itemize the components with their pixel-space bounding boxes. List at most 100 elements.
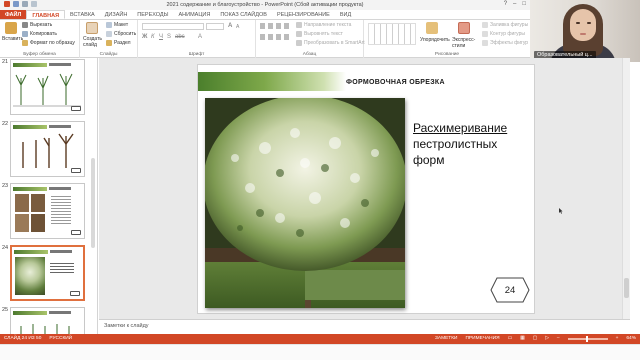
slide-body-text[interactable]: Расхимеривание пестролистных форм xyxy=(413,120,523,168)
smartart-label: Преобразовать в SmartArt xyxy=(304,40,365,46)
drawing-group-label: Рисование xyxy=(434,52,460,57)
thumbnail-header-bar xyxy=(14,250,48,254)
status-bar: СЛАЙД 24 ИЗ 50 РУССКИЙ ЗАМЕТКИ ПРИМЕЧАНИ… xyxy=(0,334,640,344)
copy-label: Копировать xyxy=(30,31,57,37)
scissors-icon xyxy=(22,22,28,28)
italic-icon[interactable]: К xyxy=(151,34,155,40)
section-icon xyxy=(106,40,112,46)
thumbnail-row[interactable]: 21 xyxy=(0,58,97,120)
align-text-button[interactable]: Выровнять текст xyxy=(296,31,343,37)
tab-animation[interactable]: АНИМАЦИЯ xyxy=(174,10,216,19)
minimize-icon[interactable]: – xyxy=(513,1,516,7)
thumbnail-text-lines xyxy=(51,196,71,226)
thumbnail-number-badge xyxy=(71,168,81,173)
new-slide-icon xyxy=(86,22,98,34)
shadow-icon[interactable]: S xyxy=(167,34,171,40)
thumbnail-row[interactable]: 24 xyxy=(0,244,97,306)
text-direction-button[interactable]: Направление текста xyxy=(296,22,351,28)
thumbnail-number-badge xyxy=(71,106,81,111)
align-buttons[interactable] xyxy=(260,34,292,40)
slide-canvas[interactable]: ФОРМОВОЧНАЯ ОБРЕЗКА Расхимеривание пестр… xyxy=(197,64,563,314)
sorter-view-icon[interactable]: ▦ xyxy=(520,336,525,341)
tab-design[interactable]: ДИЗАЙН xyxy=(100,10,133,19)
format-painter-button[interactable]: Формат по образцу xyxy=(22,40,75,46)
tab-insert[interactable]: ВСТАВКА xyxy=(65,10,100,19)
slide-number-shape[interactable]: 24 xyxy=(490,277,530,303)
slides-group: Создать слайд Макет Сбросить Раздел Слай… xyxy=(80,20,138,58)
font-size-dropdown[interactable] xyxy=(206,23,224,30)
slide-thumbnail-selected[interactable] xyxy=(10,245,85,301)
underline-icon[interactable]: Ч xyxy=(159,34,163,40)
editor-scrollbar[interactable] xyxy=(622,58,630,319)
shrink-font-icon[interactable]: A xyxy=(236,24,239,30)
reset-button[interactable]: Сбросить xyxy=(106,31,136,37)
shrub-photo-image xyxy=(205,98,405,308)
zoom-slider[interactable] xyxy=(567,335,608,342)
zoom-out-icon[interactable]: – xyxy=(557,336,560,341)
tab-file[interactable]: ФАЙЛ xyxy=(0,10,27,19)
thumbnail-number: 24 xyxy=(2,245,9,251)
fill-icon xyxy=(482,22,488,28)
bold-icon[interactable]: Ж xyxy=(142,34,147,40)
zoom-slider-knob[interactable] xyxy=(585,335,588,342)
slideshow-view-icon[interactable]: ▷ xyxy=(545,336,549,341)
thumbnail-row[interactable]: 22 xyxy=(0,120,97,182)
thumbnail-row[interactable]: 25 xyxy=(0,306,97,334)
quick-styles-icon xyxy=(458,22,470,34)
help-icon[interactable]: ? xyxy=(504,1,507,7)
slide-thumbnail[interactable] xyxy=(10,59,85,115)
slide-thumbnail[interactable] xyxy=(10,121,85,177)
smartart-button[interactable]: Преобразовать в SmartArt xyxy=(296,40,365,46)
paste-button[interactable]: Вставить xyxy=(2,36,23,42)
layout-button[interactable]: Макет xyxy=(106,22,128,28)
effects-icon xyxy=(482,40,488,46)
font-family-dropdown[interactable] xyxy=(142,23,204,30)
shape-fill-button[interactable]: Заливка фигуры xyxy=(482,22,528,28)
notes-pane[interactable]: Заметки к слайду xyxy=(99,319,630,334)
new-slide-button[interactable]: Создать слайд xyxy=(83,36,105,48)
thumbnails-scrollbar[interactable] xyxy=(91,158,95,248)
text-direction-icon xyxy=(296,22,302,28)
shapes-gallery[interactable] xyxy=(368,23,416,45)
webcam-feed: Образовательный ц... xyxy=(530,0,640,62)
maximize-icon[interactable]: □ xyxy=(522,1,526,7)
presenter-face xyxy=(570,9,596,41)
smartart-icon xyxy=(296,40,302,46)
quick-styles-button[interactable]: Экспресс-стили xyxy=(452,37,478,49)
tab-transitions[interactable]: ПЕРЕХОДЫ xyxy=(132,10,173,19)
comments-toggle[interactable]: ПРИМЕЧАНИЯ xyxy=(465,336,499,341)
tab-home[interactable]: ГЛАВНАЯ xyxy=(26,10,66,19)
zoom-in-icon[interactable]: + xyxy=(616,336,619,341)
arrange-button[interactable]: Упорядочить xyxy=(420,37,450,43)
slide-thumbnail[interactable] xyxy=(10,183,85,239)
tab-review[interactable]: РЕЦЕНЗИРОВАНИЕ xyxy=(272,10,335,19)
strikethrough-icon[interactable]: abc xyxy=(175,34,185,40)
shape-effects-button[interactable]: Эффекты фигур xyxy=(482,40,528,46)
thumbnail-number-badge xyxy=(71,230,81,235)
slides-group-label: Слайды xyxy=(99,52,118,57)
thumbnail-photo xyxy=(15,214,29,232)
language-indicator[interactable]: РУССКИЙ xyxy=(49,336,72,341)
section-button[interactable]: Раздел xyxy=(106,40,131,46)
shrub-photo[interactable] xyxy=(205,98,405,308)
zoom-level[interactable]: 64% xyxy=(626,336,636,341)
format-painter-label: Формат по образцу xyxy=(30,40,75,46)
slide-header-title[interactable]: ФОРМОВОЧНАЯ ОБРЕЗКА xyxy=(346,79,445,86)
copy-icon xyxy=(22,31,28,37)
tab-slideshow[interactable]: ПОКАЗ СЛАЙДОВ xyxy=(215,10,272,19)
font-color-icon[interactable]: A xyxy=(198,34,202,40)
editor-scrollbar-thumb[interactable] xyxy=(624,278,629,298)
copy-button[interactable]: Копировать xyxy=(22,31,57,37)
thumbnail-row[interactable]: 23 xyxy=(0,182,97,244)
cut-button[interactable]: Вырезать xyxy=(22,22,52,28)
slide-counter: СЛАЙД 24 ИЗ 50 xyxy=(4,336,42,341)
slide-thumbnail[interactable] xyxy=(10,307,85,334)
grow-font-icon[interactable]: A xyxy=(228,23,232,29)
notes-toggle[interactable]: ЗАМЕТКИ xyxy=(435,336,457,341)
tab-view[interactable]: ВИД xyxy=(335,10,356,19)
list-buttons[interactable] xyxy=(260,23,292,29)
reading-view-icon[interactable]: ▢ xyxy=(533,336,538,341)
shape-outline-button[interactable]: Контур фигуры xyxy=(482,31,525,37)
normal-view-icon[interactable]: ▭ xyxy=(508,336,513,341)
layout-icon xyxy=(106,22,112,28)
